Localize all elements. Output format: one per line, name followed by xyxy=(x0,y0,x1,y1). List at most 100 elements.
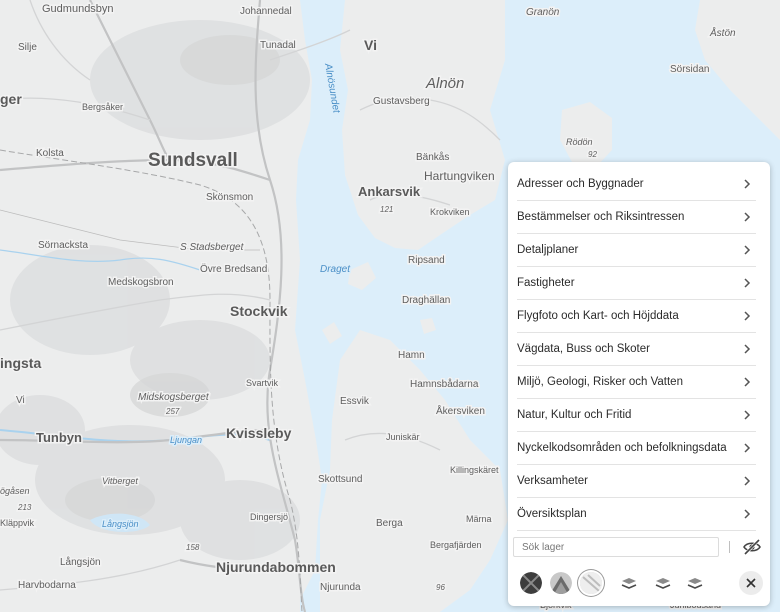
place-label: ögåsen xyxy=(0,486,30,496)
layer-item-label: Vägdata, Buss och Skoter xyxy=(517,343,650,355)
place-label: Långsjön xyxy=(60,556,101,568)
dark-basemap-icon[interactable] xyxy=(520,572,542,594)
place-label: Åstön xyxy=(709,26,736,39)
layer-item-label: Översiktsplan xyxy=(517,508,587,520)
place-label: Johannedal xyxy=(240,6,292,17)
place-label: Vi xyxy=(16,395,25,406)
height-label: 96 xyxy=(436,583,445,592)
layer-item-label: Natur, Kultur och Fritid xyxy=(517,409,632,421)
chevron-right-icon xyxy=(744,476,751,486)
layer-item-label: Miljö, Geologi, Risker och Vatten xyxy=(517,376,683,388)
place-label: Ripsand xyxy=(408,255,445,266)
place-label: Skottsund xyxy=(318,474,362,485)
chevron-right-icon xyxy=(744,443,751,453)
chevron-right-icon xyxy=(744,179,751,189)
place-label: Tunbyn xyxy=(36,430,82,445)
layer-list: Adresser och Byggnader Bestämmelser och … xyxy=(508,168,770,531)
place-label: Kläppvik xyxy=(0,518,35,528)
aerial-basemap-icon-1[interactable] xyxy=(618,572,640,594)
chevron-right-icon xyxy=(744,509,751,519)
place-label: Granön xyxy=(526,7,560,18)
city-label: Sundsvall xyxy=(148,150,238,171)
place-label: Killingskäret xyxy=(450,465,499,475)
layer-item-vagdata[interactable]: Vägdata, Buss och Skoter xyxy=(517,333,756,366)
place-label: Hamnsbådarna xyxy=(410,378,479,390)
place-label: Sörnacksta xyxy=(38,240,88,251)
chevron-right-icon xyxy=(744,311,751,321)
place-label: Essvik xyxy=(340,396,370,407)
layer-item-adresser[interactable]: Adresser och Byggnader xyxy=(517,168,756,201)
chevron-right-icon xyxy=(744,278,751,288)
layer-item-oversiktsplan[interactable]: Översiktsplan xyxy=(517,498,756,531)
layer-item-miljo[interactable]: Miljö, Geologi, Risker och Vatten xyxy=(517,366,756,399)
chevron-right-icon xyxy=(744,245,751,255)
place-label: Vitberget xyxy=(102,476,138,486)
place-label: ger xyxy=(0,91,22,107)
place-label: Hamn xyxy=(398,350,425,361)
aerial-basemap-icon-2[interactable] xyxy=(652,572,674,594)
water-label: Långsjön xyxy=(102,519,139,529)
water-label: Draget xyxy=(320,264,351,275)
place-label: Kolsta xyxy=(36,148,64,159)
place-label: Svartvik xyxy=(246,378,279,388)
chevron-right-icon xyxy=(744,212,751,222)
place-label: Njurundabommen xyxy=(216,559,336,575)
layer-item-label: Adresser och Byggnader xyxy=(517,178,644,190)
layer-item-flygfoto[interactable]: Flygfoto och Kart- och Höjddata xyxy=(517,300,756,333)
light-basemap-icon[interactable] xyxy=(580,572,602,594)
layer-item-label: Bestämmelser och Riksintressen xyxy=(517,211,685,223)
place-label: Krokviken xyxy=(430,207,470,217)
aerial-basemap-icon-3[interactable] xyxy=(684,572,706,594)
place-label: Ankarsvik xyxy=(358,184,421,199)
place-label: Skönsmon xyxy=(206,192,253,203)
height-label: 121 xyxy=(380,205,393,214)
layer-item-nyckelkod[interactable]: Nyckelkodsområden och befolkningsdata xyxy=(517,432,756,465)
layer-item-detaljplaner[interactable]: Detaljplaner xyxy=(517,234,756,267)
height-label: 257 xyxy=(165,407,180,416)
place-label: Dingersjö xyxy=(250,512,288,522)
layer-item-bestammelser[interactable]: Bestämmelser och Riksintressen xyxy=(517,201,756,234)
layer-item-label: Detaljplaner xyxy=(517,244,579,256)
place-label: Tunadal xyxy=(260,40,296,51)
basemap-row xyxy=(518,570,763,598)
place-label: Harvbodarna xyxy=(18,580,76,591)
place-label: Juniskär xyxy=(386,432,420,442)
place-label: Medskogsbron xyxy=(108,277,174,288)
layer-item-natur[interactable]: Natur, Kultur och Fritid xyxy=(517,399,756,432)
layer-item-fastigheter[interactable]: Fastigheter xyxy=(517,267,756,300)
height-label: 92 xyxy=(588,150,597,159)
place-label: Kvissleby xyxy=(226,425,292,441)
chevron-right-icon xyxy=(744,344,751,354)
place-label: Bänkås xyxy=(416,151,449,163)
place-label: Gustavsberg xyxy=(373,96,430,107)
place-label: Vi xyxy=(364,37,377,53)
place-label: Draghällan xyxy=(402,295,450,306)
layer-search-row xyxy=(513,537,763,559)
layer-item-verksamheter[interactable]: Verksamheter xyxy=(517,465,756,498)
place-label: Övre Bredsand xyxy=(200,263,267,275)
chevron-right-icon xyxy=(744,410,751,420)
close-icon xyxy=(746,578,756,588)
divider xyxy=(729,541,730,553)
place-label: Bergsåker xyxy=(82,102,123,112)
place-label: Sörsidan xyxy=(670,64,709,75)
place-label: Rödön xyxy=(566,137,593,147)
place-label: Stockvik xyxy=(230,303,288,319)
place-label: Berga xyxy=(376,518,403,529)
eye-off-icon[interactable] xyxy=(742,538,762,556)
close-button[interactable] xyxy=(739,571,763,595)
place-label: Silje xyxy=(18,42,37,53)
place-label: Gudmundsbyn xyxy=(42,3,114,15)
water-label: Ljungan xyxy=(170,435,202,445)
layer-item-label: Nyckelkodsområden och befolkningsdata xyxy=(517,442,727,454)
topo-basemap-icon[interactable] xyxy=(550,572,572,594)
place-label: Midskogsberget xyxy=(138,392,210,403)
layer-panel: Adresser och Byggnader Bestämmelser och … xyxy=(508,162,770,606)
place-label: Märna xyxy=(466,514,492,524)
layer-search-input[interactable] xyxy=(513,537,719,557)
place-label: Alnön xyxy=(425,75,464,92)
place-label: Åkersviken xyxy=(436,404,485,417)
height-label: 158 xyxy=(186,543,200,552)
layer-item-label: Flygfoto och Kart- och Höjddata xyxy=(517,310,679,322)
height-label: 213 xyxy=(17,503,32,512)
